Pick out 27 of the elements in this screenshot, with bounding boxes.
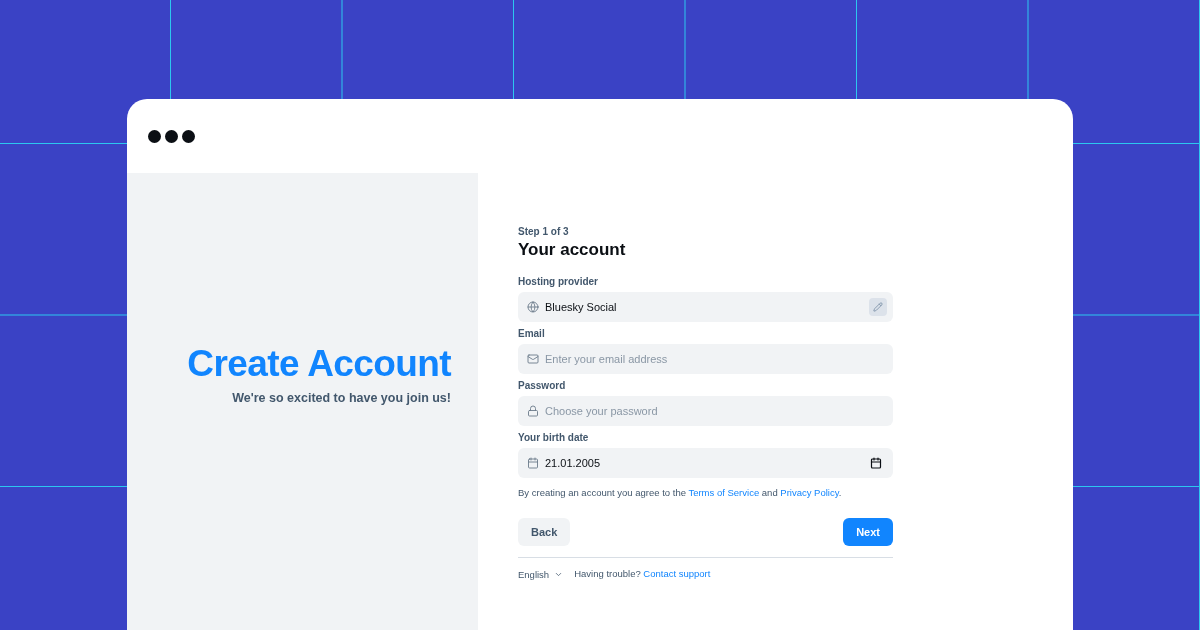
- envelope-icon: [527, 353, 539, 365]
- hero-title: Create Account: [187, 344, 451, 384]
- email-field[interactable]: Enter your email address: [518, 344, 893, 374]
- calendar-icon: [527, 457, 539, 469]
- globe-icon: [527, 301, 539, 313]
- field-label: Your birth date: [518, 432, 590, 444]
- field-label: Hosting provider: [518, 276, 599, 288]
- help-text: Having trouble? Contact support: [574, 568, 711, 580]
- language-selector[interactable]: English: [518, 568, 564, 580]
- birth-date-field[interactable]: 21.01.2005: [518, 448, 893, 478]
- back-button[interactable]: Back: [518, 518, 571, 546]
- password-field[interactable]: Choose your password: [518, 396, 893, 426]
- form-title: Your account: [518, 240, 627, 260]
- lock-icon: [527, 405, 539, 417]
- field-label: Password: [518, 380, 567, 392]
- next-button[interactable]: Next: [843, 518, 893, 546]
- field-label: Email: [518, 328, 546, 340]
- calendar-picker-icon[interactable]: [870, 457, 882, 469]
- terms-text: By creating an account you agree to the Terms of Service and Privacy Policy.: [518, 487, 843, 499]
- pencil-icon: [873, 302, 883, 312]
- provider-field[interactable]: Bluesky Social: [518, 292, 893, 322]
- step-indicator: Step 1 of 3: [518, 226, 570, 238]
- dots-icon: [148, 129, 195, 143]
- text-link[interactable]: Terms of Service: [688, 487, 760, 498]
- hero-subtitle: We're so excited to have you join us!: [232, 391, 451, 406]
- text-link[interactable]: Contact support: [643, 568, 711, 579]
- text-link[interactable]: Privacy Policy: [780, 487, 839, 498]
